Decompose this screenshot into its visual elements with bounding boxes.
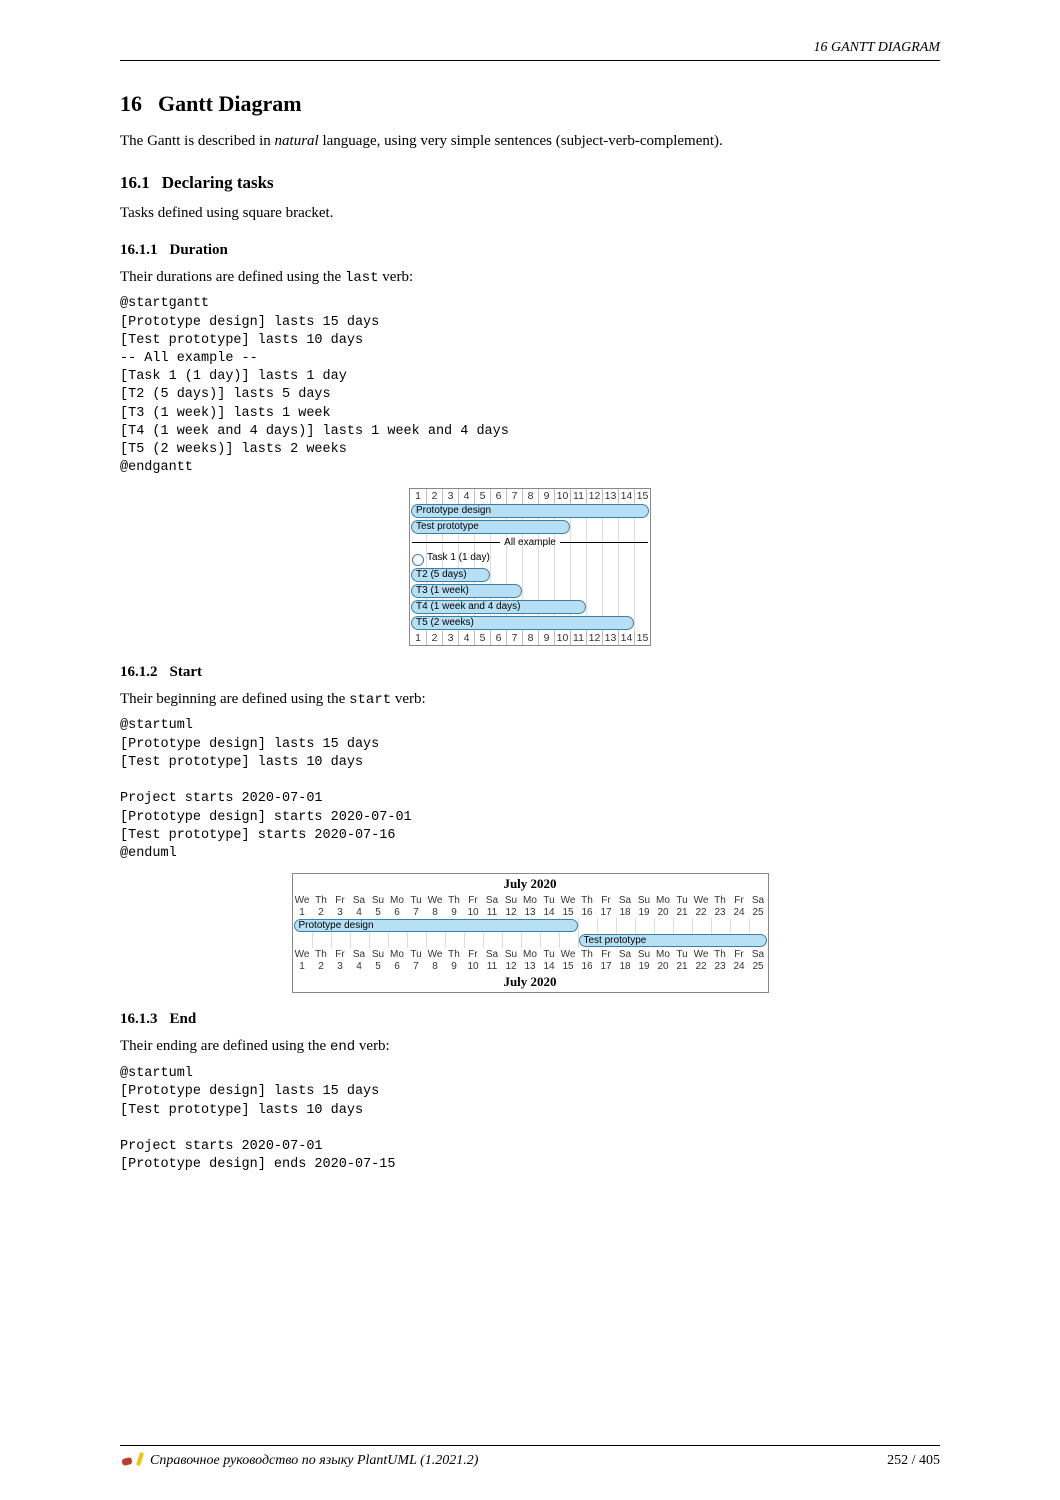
subsubsection-heading-duration: 16.1.1Duration	[120, 242, 940, 259]
subsubsection-heading-end: 16.1.3End	[120, 1011, 940, 1028]
code-block-start: @startuml [Prototype design] lasts 15 da…	[120, 717, 940, 863]
plantuml-logo-icon	[120, 1452, 142, 1470]
section-number: 16	[120, 91, 142, 116]
code-block-end: @startuml [Prototype design] lasts 15 da…	[120, 1065, 940, 1174]
gantt-bar: Prototype design	[294, 919, 578, 932]
gantt-diagram-start: July 2020 WeThFrSaSuMoTuWeThFrSaSuMoTuWe…	[292, 873, 769, 993]
gantt-bar: Task 1 (1 day)	[411, 552, 531, 566]
page-number: 252 / 405	[887, 1453, 940, 1469]
intro-paragraph: The Gantt is described in natural langua…	[120, 131, 940, 151]
gantt-bar: Prototype design	[411, 504, 649, 518]
gantt-bar: Test prototype	[579, 934, 767, 947]
section-title: Gantt Diagram	[158, 91, 302, 116]
gantt-bar: Test prototype	[411, 520, 570, 534]
gantt-diagram-duration: 123456789101112131415 Prototype design T…	[409, 488, 651, 646]
gantt-bar: T4 (1 week and 4 days)	[411, 600, 586, 614]
end-text: Their ending are defined using the end v…	[120, 1036, 940, 1057]
subsection-text: Tasks defined using square bracket.	[120, 203, 940, 223]
code-block-duration: @startgantt [Prototype design] lasts 15 …	[120, 295, 940, 477]
start-text: Their beginning are defined using the st…	[120, 689, 940, 710]
page-footer: Справочное руководство по языку PlantUML…	[120, 1445, 940, 1470]
footer-title: Справочное руководство по языку PlantUML…	[150, 1453, 478, 1469]
duration-text: Their durations are defined using the la…	[120, 267, 940, 288]
page-header-section: 16 GANTT DIAGRAM	[120, 40, 940, 61]
section-heading: 16 Gantt Diagram	[120, 91, 940, 117]
subsection-heading: 16.1Declaring tasks	[120, 173, 940, 193]
subsubsection-heading-start: 16.1.2Start	[120, 664, 940, 681]
gantt-bar: T2 (5 days)	[411, 568, 490, 582]
gantt-bar: T5 (2 weeks)	[411, 616, 634, 630]
gantt-bar: T3 (1 week)	[411, 584, 522, 598]
